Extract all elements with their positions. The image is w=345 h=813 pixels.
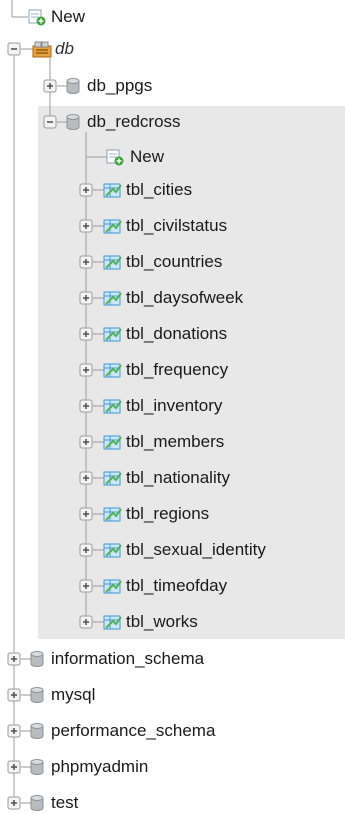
plus-expander-icon[interactable] (79, 543, 93, 557)
plus-expander-icon[interactable] (79, 291, 93, 305)
table-icon (103, 327, 122, 342)
table-icon (103, 255, 122, 270)
plus-expander-icon[interactable] (79, 255, 93, 269)
table-tbl_donations[interactable]: tbl_donations (126, 324, 227, 344)
plus-expander-icon[interactable] (7, 760, 21, 774)
table-icon (103, 471, 122, 486)
database-cylinder-icon (30, 651, 44, 667)
minus-expander-icon[interactable] (7, 42, 21, 56)
table-tbl_inventory[interactable]: tbl_inventory (126, 396, 222, 416)
table-icon (103, 183, 122, 198)
table-icon (103, 507, 122, 522)
plus-expander-icon[interactable] (79, 471, 93, 485)
table-tbl_daysofweek[interactable]: tbl_daysofweek (126, 288, 243, 308)
minus-expander-icon[interactable] (43, 115, 57, 129)
plus-expander-icon[interactable] (7, 796, 21, 810)
table-tbl_members[interactable]: tbl_members (126, 432, 224, 452)
database-db_redcross[interactable]: db_redcross (87, 112, 181, 132)
table-icon (103, 615, 122, 630)
database-cylinder-icon (66, 114, 80, 130)
plus-expander-icon[interactable] (79, 435, 93, 449)
table-icon (103, 291, 122, 306)
plus-expander-icon[interactable] (79, 183, 93, 197)
new-root-link[interactable]: New (51, 7, 85, 27)
plus-expander-icon[interactable] (7, 688, 21, 702)
plus-expander-icon[interactable] (79, 327, 93, 341)
new-item-icon (28, 9, 46, 26)
database-test[interactable]: test (51, 793, 78, 813)
database-cylinder-icon (30, 723, 44, 739)
new-item-icon (106, 149, 124, 166)
table-icon (103, 363, 122, 378)
table-tbl_civilstatus[interactable]: tbl_civilstatus (126, 216, 227, 236)
database-group-icon (32, 41, 52, 58)
table-icon (103, 399, 122, 414)
table-tbl_timeofday[interactable]: tbl_timeofday (126, 576, 227, 596)
table-tbl_regions[interactable]: tbl_regions (126, 504, 209, 524)
plus-expander-icon[interactable] (7, 652, 21, 666)
table-icon (103, 435, 122, 450)
database-information_schema[interactable]: information_schema (51, 649, 204, 669)
plus-expander-icon[interactable] (79, 363, 93, 377)
database-phpmyadmin[interactable]: phpmyadmin (51, 757, 148, 777)
plus-expander-icon[interactable] (79, 615, 93, 629)
database-cylinder-icon (30, 687, 44, 703)
plus-expander-icon[interactable] (79, 399, 93, 413)
plus-expander-icon[interactable] (79, 507, 93, 521)
database-mysql[interactable]: mysql (51, 685, 95, 705)
table-icon (103, 219, 122, 234)
plus-expander-icon[interactable] (43, 79, 57, 93)
database-cylinder-icon (66, 78, 80, 94)
navigation-tree: New db db_ppgs db_redcross New tbl_cities tbl_… (0, 0, 345, 813)
plus-expander-icon[interactable] (7, 724, 21, 738)
database-db_ppgs[interactable]: db_ppgs (87, 76, 152, 96)
table-icon (103, 543, 122, 558)
plus-expander-icon[interactable] (79, 579, 93, 593)
table-tbl_works[interactable]: tbl_works (126, 612, 198, 632)
table-tbl_cities[interactable]: tbl_cities (126, 180, 192, 200)
table-tbl_countries[interactable]: tbl_countries (126, 252, 222, 272)
new-table-link[interactable]: New (130, 147, 164, 167)
database-cylinder-icon (30, 759, 44, 775)
table-icon (103, 579, 122, 594)
database-performance_schema[interactable]: performance_schema (51, 721, 215, 741)
database-cylinder-icon (30, 795, 44, 811)
table-tbl_nationality[interactable]: tbl_nationality (126, 468, 230, 488)
db-group-label[interactable]: db (55, 39, 74, 59)
plus-expander-icon[interactable] (79, 219, 93, 233)
table-tbl_sexual_identity[interactable]: tbl_sexual_identity (126, 540, 266, 560)
table-tbl_frequency[interactable]: tbl_frequency (126, 360, 228, 380)
